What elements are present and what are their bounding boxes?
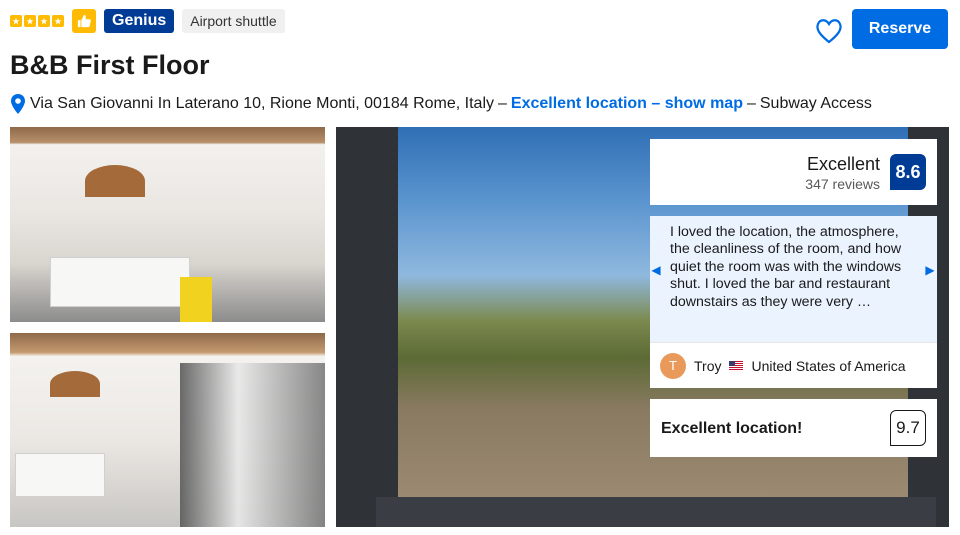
star-icon	[38, 15, 50, 27]
avatar: T	[660, 352, 686, 379]
reviewer-info: T Troy United States of America	[650, 342, 937, 388]
score-word: Excellent	[806, 154, 880, 174]
review-text: I loved the location, the atmosphere, th…	[670, 224, 902, 310]
reviewer-country: United States of America	[751, 357, 906, 374]
photo-bedroom[interactable]	[10, 127, 325, 322]
subway-access-text: Subway Access	[759, 95, 872, 112]
location-score-card[interactable]: Excellent location! 9.7	[650, 399, 937, 457]
reserve-button[interactable]: Reserve	[852, 9, 948, 49]
airport-shuttle-badge: Airport shuttle	[182, 9, 285, 33]
address-separator: –	[498, 95, 507, 112]
star-rating	[10, 15, 64, 27]
show-map-link[interactable]: Excellent location – show map	[511, 95, 743, 113]
guest-review-card[interactable]: I loved the location, the atmosphere, th…	[650, 216, 937, 388]
star-icon	[24, 15, 36, 27]
property-address: Via San Giovanni In Laterano 10, Rione M…	[10, 93, 872, 115]
map-pin-icon	[11, 94, 25, 114]
review-count: 347 reviews	[805, 176, 880, 192]
photo-bedroom-shower[interactable]	[10, 333, 325, 527]
location-score-label: Excellent location!	[661, 420, 803, 437]
address-separator: –	[746, 95, 756, 112]
heart-icon[interactable]	[815, 18, 843, 44]
property-title: B&B First Floor	[10, 50, 210, 80]
us-flag-icon	[729, 361, 744, 370]
chevron-right-icon[interactable]: ▶	[922, 258, 938, 282]
thumbs-up-icon[interactable]	[72, 9, 96, 33]
reviewer-name: Troy	[694, 357, 722, 374]
score-badge: 8.6	[890, 154, 926, 190]
location-score-badge: 9.7	[890, 410, 926, 446]
address-text: Via San Giovanni In Laterano 10, Rione M…	[30, 95, 494, 112]
review-score-card[interactable]: Excellent 347 reviews 8.6	[650, 139, 937, 205]
star-icon	[10, 15, 22, 27]
genius-badge[interactable]: Genius	[104, 9, 175, 33]
star-icon	[52, 15, 64, 27]
property-badges: Genius Airport shuttle	[10, 9, 285, 33]
chevron-left-icon[interactable]: ◀	[648, 258, 664, 282]
